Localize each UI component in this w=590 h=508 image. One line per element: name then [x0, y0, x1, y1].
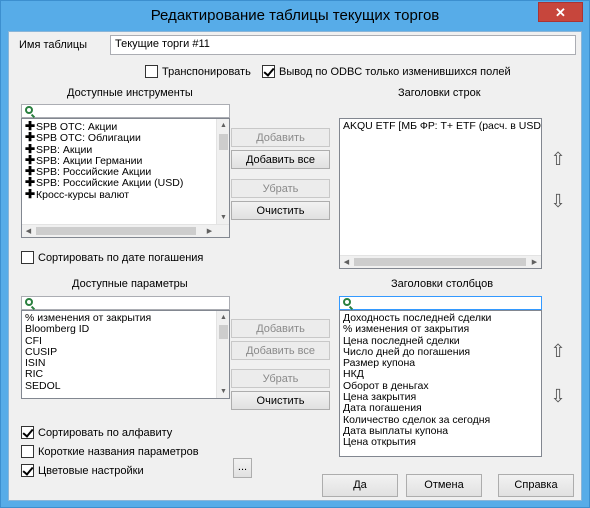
- arrow-down-icon[interactable]: ⇩: [548, 386, 568, 408]
- color-settings-label: Цветовые настройки: [38, 464, 144, 477]
- scroll-thumb[interactable]: [219, 325, 228, 339]
- list-item[interactable]: ✚SPB: Российские Акции (USD): [22, 176, 229, 189]
- list-item[interactable]: ✚SPB: Акции Германии: [22, 154, 229, 167]
- list-item[interactable]: AKQU ETF [МБ ФР: Т+ ETF (расч. в USD)]: [340, 119, 541, 133]
- help-button[interactable]: Справка: [498, 474, 574, 497]
- odbc-box[interactable]: [262, 65, 275, 78]
- list-item[interactable]: % изменения от закрытия: [340, 323, 541, 335]
- row-headers-title: Заголовки строк: [398, 87, 481, 99]
- window-title: Редактирование таблицы текущих торгов: [150, 7, 440, 24]
- add-all-instruments-button[interactable]: Добавить все: [231, 150, 330, 169]
- column-headers-title: Заголовки столбцов: [391, 278, 494, 290]
- dialog-window: Редактирование таблицы текущих торгов ✕ …: [0, 0, 590, 508]
- close-button[interactable]: ✕: [538, 2, 583, 22]
- instruments-title: Доступные инструменты: [67, 87, 193, 99]
- transpose-label: Транспонировать: [162, 65, 251, 78]
- list-item[interactable]: SEDOL: [22, 380, 229, 392]
- parameters-title: Доступные параметры: [72, 278, 188, 290]
- instruments-search-input[interactable]: [21, 104, 230, 118]
- list-item[interactable]: ✚SPB: Акции: [22, 142, 229, 155]
- scroll-up-icon[interactable]: ▲: [217, 311, 229, 324]
- table-name-label: Имя таблицы: [19, 39, 88, 51]
- scroll-left-icon[interactable]: ◀: [22, 225, 35, 237]
- sort-alpha-checkbox[interactable]: Сортировать по алфавиту: [21, 426, 172, 439]
- add-parameter-button[interactable]: Добавить: [231, 319, 330, 338]
- sort-by-maturity-label: Сортировать по дате погашения: [38, 251, 204, 264]
- list-item[interactable]: Цена открытия: [340, 436, 541, 448]
- scroll-down-icon[interactable]: ▼: [217, 385, 229, 398]
- plus-icon: ✚: [25, 186, 36, 201]
- list-item[interactable]: ✚SPB: Российские Акции: [22, 165, 229, 178]
- sort-by-maturity-checkbox[interactable]: Сортировать по дате погашения: [21, 251, 203, 264]
- sort-alpha-box[interactable]: [21, 426, 34, 439]
- instruments-list[interactable]: ✚SPB OTC: Акции ✚SPB OTC: Облигации ✚SPB…: [21, 118, 230, 238]
- scroll-thumb[interactable]: [36, 227, 196, 235]
- search-icon: [25, 298, 33, 306]
- scroll-right-icon[interactable]: ▶: [203, 225, 216, 237]
- list-item[interactable]: ✚SPB OTC: Акции: [22, 120, 229, 133]
- arrow-down-icon[interactable]: ⇩: [548, 191, 568, 213]
- search-icon: [343, 298, 351, 306]
- list-item[interactable]: Дата погашения: [340, 403, 541, 415]
- short-names-label: Короткие названия параметров: [38, 445, 199, 458]
- instruments-hscrollbar[interactable]: ◀ ▶: [22, 224, 229, 237]
- cancel-button[interactable]: Отмена: [406, 474, 482, 497]
- scroll-thumb[interactable]: [354, 258, 526, 266]
- parameters-search-input[interactable]: [21, 296, 230, 310]
- scroll-thumb[interactable]: [219, 134, 228, 150]
- instruments-vscrollbar[interactable]: ▲ ▼: [216, 119, 229, 224]
- color-settings-box[interactable]: [21, 464, 34, 477]
- list-item[interactable]: ✚Кросс-курсы валют: [22, 186, 229, 201]
- remove-instrument-button[interactable]: Убрать: [231, 179, 330, 198]
- scroll-up-icon[interactable]: ▲: [217, 119, 229, 132]
- color-settings-more-button[interactable]: ...: [233, 458, 252, 478]
- short-names-box[interactable]: [21, 445, 34, 458]
- scroll-left-icon[interactable]: ◀: [340, 256, 353, 268]
- column-headers-search-input[interactable]: [339, 296, 542, 310]
- clear-instruments-button[interactable]: Очистить: [231, 201, 330, 220]
- short-names-checkbox[interactable]: Короткие названия параметров: [21, 445, 199, 458]
- column-headers-list[interactable]: Доходность последней сделки % изменения …: [339, 310, 542, 457]
- search-icon: [25, 106, 33, 114]
- arrow-up-icon[interactable]: ⇧: [548, 341, 568, 363]
- transpose-box[interactable]: [145, 65, 158, 78]
- add-all-parameters-button[interactable]: Добавить все: [231, 341, 330, 360]
- list-item[interactable]: ISIN: [22, 357, 229, 369]
- clear-parameters-button[interactable]: Очистить: [231, 391, 330, 410]
- odbc-checkbox[interactable]: Вывод по ODBC только изменившихся полей: [262, 65, 511, 78]
- parameters-list[interactable]: % изменения от закрытия Bloomberg ID CFI…: [21, 310, 230, 399]
- row-headers-hscrollbar[interactable]: ◀ ▶: [340, 255, 541, 268]
- list-item[interactable]: Размер купона: [340, 357, 541, 369]
- sort-alpha-label: Сортировать по алфавиту: [38, 426, 173, 439]
- transpose-checkbox[interactable]: Транспонировать: [145, 65, 251, 78]
- scroll-right-icon[interactable]: ▶: [528, 256, 541, 268]
- list-item[interactable]: Bloomberg ID: [22, 323, 229, 335]
- parameters-vscrollbar[interactable]: ▲ ▼: [216, 311, 229, 398]
- color-settings-checkbox[interactable]: Цветовые настройки: [21, 464, 144, 477]
- title-bar: Редактирование таблицы текущих торгов ✕: [1, 1, 589, 31]
- row-headers-list[interactable]: AKQU ETF [МБ ФР: Т+ ETF (расч. в USD)] ◀…: [339, 118, 542, 269]
- list-item[interactable]: ✚SPB OTC: Облигации: [22, 131, 229, 144]
- arrow-up-icon[interactable]: ⇧: [548, 149, 568, 171]
- list-item[interactable]: CUSIP: [22, 346, 229, 358]
- table-name-input[interactable]: Текущие торги #11: [110, 35, 576, 55]
- odbc-label: Вывод по ODBC только изменившихся полей: [279, 65, 511, 78]
- ok-button[interactable]: Да: [322, 474, 398, 497]
- add-instrument-button[interactable]: Добавить: [231, 128, 330, 147]
- remove-parameter-button[interactable]: Убрать: [231, 369, 330, 388]
- scroll-down-icon[interactable]: ▼: [217, 211, 229, 224]
- sort-by-maturity-box[interactable]: [21, 251, 34, 264]
- dialog-body: Имя таблицы Текущие торги #11 Транспонир…: [8, 31, 582, 501]
